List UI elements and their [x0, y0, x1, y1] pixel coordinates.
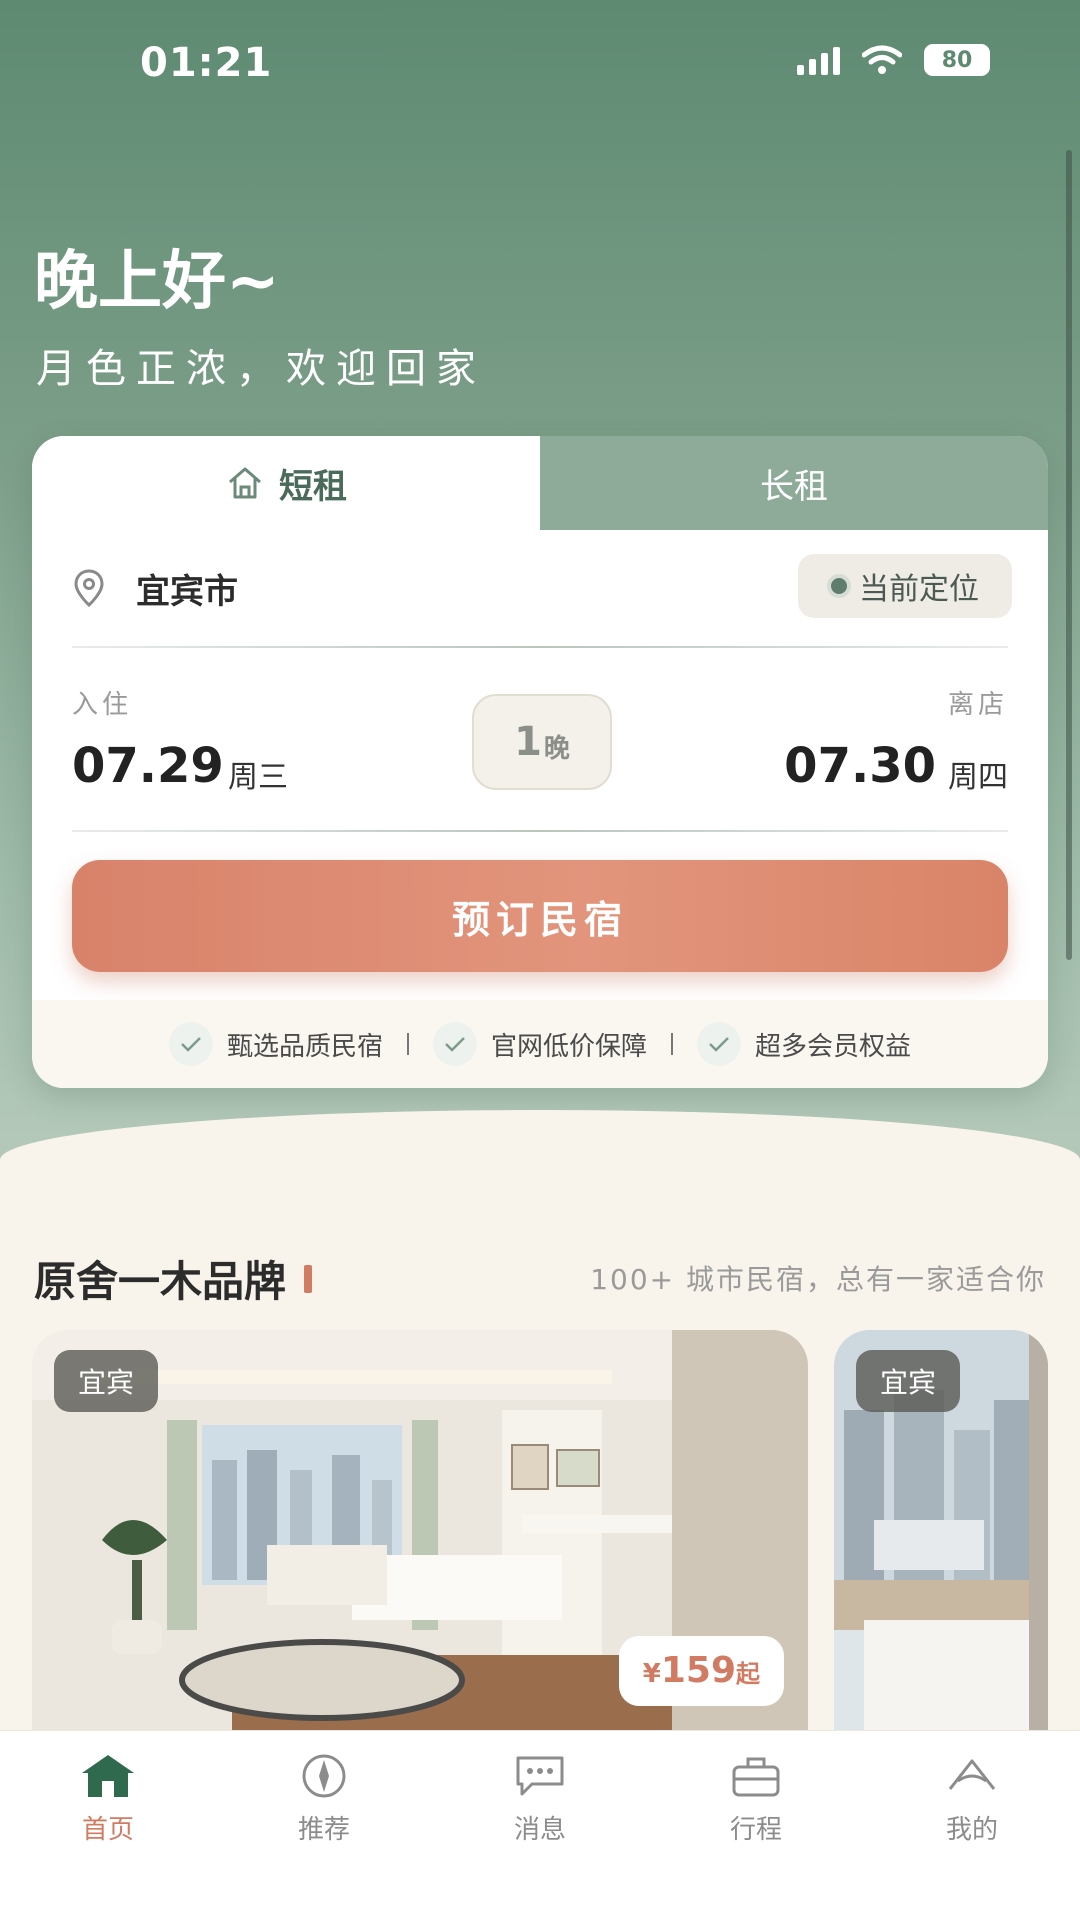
signal-icon	[797, 45, 840, 75]
tab-short-rent[interactable]: 短租	[32, 436, 540, 530]
tab-home-label: 首页	[81, 1815, 134, 1845]
nights-count: 1	[514, 719, 542, 765]
battery-icon: 80	[924, 44, 990, 76]
scroll-indicator[interactable]	[1066, 150, 1072, 960]
location-dot-icon	[831, 578, 847, 594]
bottom-tab-bar: 首页 推荐 消息 行程 我的	[0, 1730, 1080, 1920]
tab-long-rent[interactable]: 长租	[540, 436, 1048, 530]
home-icon	[80, 1751, 136, 1801]
city-tag: 宜宾	[54, 1350, 159, 1412]
price-suffix: 起	[736, 1660, 760, 1688]
room-card[interactable]: 宜宾	[834, 1330, 1048, 1730]
rental-tabs: 短租 长租	[32, 436, 1048, 530]
current-location-label: 当前定位	[859, 572, 979, 607]
booking-card: 短租 长租 宜宾市 当前定位 入住 07.29 周三 1 晚 离店 07.30 …	[32, 436, 1048, 1088]
divider	[72, 830, 1008, 832]
status-bar: 01:21 80	[0, 0, 1080, 130]
tab-profile[interactable]: 我的	[864, 1731, 1080, 1920]
tab-short-rent-label: 短租	[279, 466, 347, 507]
feature-label: 超多会员权益	[755, 1031, 912, 1062]
separator	[671, 1033, 673, 1055]
checkin-date[interactable]: 07.29	[72, 738, 224, 794]
room-card[interactable]: 宜宾 ¥ 159 起	[32, 1330, 808, 1730]
greeting-subtitle: 月色正浓，欢迎回家	[36, 346, 486, 392]
city-name: 宜宾市	[136, 571, 238, 612]
nights-badge: 1 晚	[472, 694, 612, 790]
city-tag: 宜宾	[856, 1350, 961, 1412]
tab-trips-label: 行程	[729, 1815, 782, 1845]
tab-recommend[interactable]: 推荐	[216, 1731, 432, 1920]
check-icon	[697, 1022, 741, 1066]
brand-section-title: 原舍一木品牌	[34, 1248, 313, 1309]
location-pin-icon	[74, 569, 104, 608]
current-location-button[interactable]: 当前定位	[798, 554, 1012, 618]
chat-icon	[512, 1751, 568, 1801]
feature-item: 超多会员权益	[697, 1022, 911, 1066]
city-row[interactable]: 宜宾市 当前定位	[72, 548, 1012, 628]
profile-icon	[944, 1751, 1000, 1801]
feature-label: 官网低价保障	[490, 1031, 647, 1062]
check-icon	[432, 1022, 477, 1066]
greeting-title: 晚上好~	[34, 245, 280, 319]
divider	[72, 646, 1008, 648]
tab-long-rent-label: 长租	[760, 466, 828, 507]
compass-icon	[296, 1751, 352, 1801]
home-outline-icon	[229, 467, 261, 499]
book-homestay-button[interactable]: 预订民宿	[72, 860, 1008, 972]
tab-messages-label: 消息	[513, 1815, 566, 1845]
feature-item: 甄选品质民宿	[168, 1022, 383, 1066]
feature-label: 甄选品质民宿	[226, 1031, 383, 1062]
wifi-icon	[862, 45, 902, 74]
title-accent-bar	[304, 1264, 313, 1293]
price-symbol: ¥	[642, 1659, 661, 1689]
checkout-weekday: 周四	[948, 760, 1008, 795]
check-icon	[168, 1022, 213, 1066]
separator	[406, 1033, 409, 1055]
brand-subtitle: 100+ 城市民宿，总有一家适合你	[590, 1263, 1046, 1296]
checkin-weekday: 周三	[228, 760, 288, 795]
checkin-label: 入住	[72, 690, 133, 720]
feature-item: 官网低价保障	[432, 1022, 647, 1066]
checkout-date[interactable]: 07.30	[784, 738, 936, 794]
brand-title-text: 原舍一木品牌	[34, 1257, 287, 1306]
tab-home[interactable]: 首页	[0, 1731, 216, 1920]
price-value: 159	[660, 1650, 736, 1691]
status-time: 01:21	[140, 40, 273, 86]
price-badge: ¥ 159 起	[618, 1636, 784, 1706]
checkout-label: 离店	[947, 690, 1008, 720]
tab-messages[interactable]: 消息	[432, 1731, 648, 1920]
status-icons: 80	[797, 44, 990, 76]
tab-recommend-label: 推荐	[297, 1815, 350, 1845]
features-bar: 甄选品质民宿 官网低价保障 超多会员权益	[32, 1000, 1048, 1088]
nights-unit: 晚	[543, 733, 570, 764]
tab-profile-label: 我的	[945, 1815, 998, 1845]
tab-trips[interactable]: 行程	[648, 1731, 864, 1920]
suitcase-icon	[728, 1751, 784, 1801]
